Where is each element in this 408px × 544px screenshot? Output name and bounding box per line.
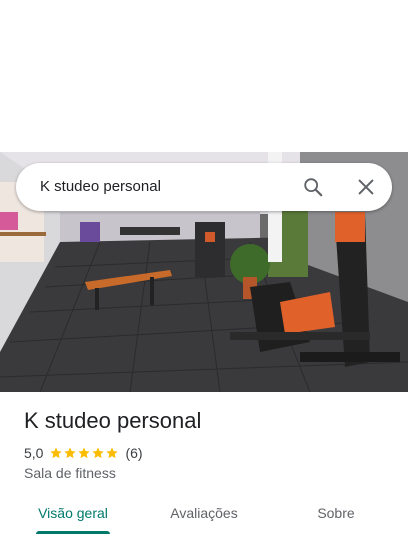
review-count[interactable]: (6) xyxy=(125,445,142,461)
star-icon xyxy=(92,447,105,459)
star-icon xyxy=(50,447,63,459)
search-input[interactable]: K studeo personal xyxy=(40,178,161,195)
tab-reviews[interactable]: Avaliações xyxy=(166,505,242,521)
map-blank-area xyxy=(0,0,408,152)
rating-value: 5,0 xyxy=(24,445,44,461)
star-rating xyxy=(49,446,119,460)
rating-row[interactable]: 5,0 (6) xyxy=(24,444,143,462)
place-category: Sala de fitness xyxy=(24,465,116,481)
search-bar[interactable]: K studeo personal xyxy=(16,163,392,211)
close-icon[interactable] xyxy=(355,176,377,198)
place-title: K studeo personal xyxy=(24,408,202,433)
star-icon xyxy=(78,447,91,459)
star-icon xyxy=(64,447,77,459)
tab-overview[interactable]: Visão geral xyxy=(36,505,110,521)
active-tab-indicator xyxy=(36,531,110,534)
tab-about[interactable]: Sobre xyxy=(314,505,358,521)
star-icon xyxy=(106,447,119,459)
search-icon[interactable] xyxy=(302,176,324,198)
